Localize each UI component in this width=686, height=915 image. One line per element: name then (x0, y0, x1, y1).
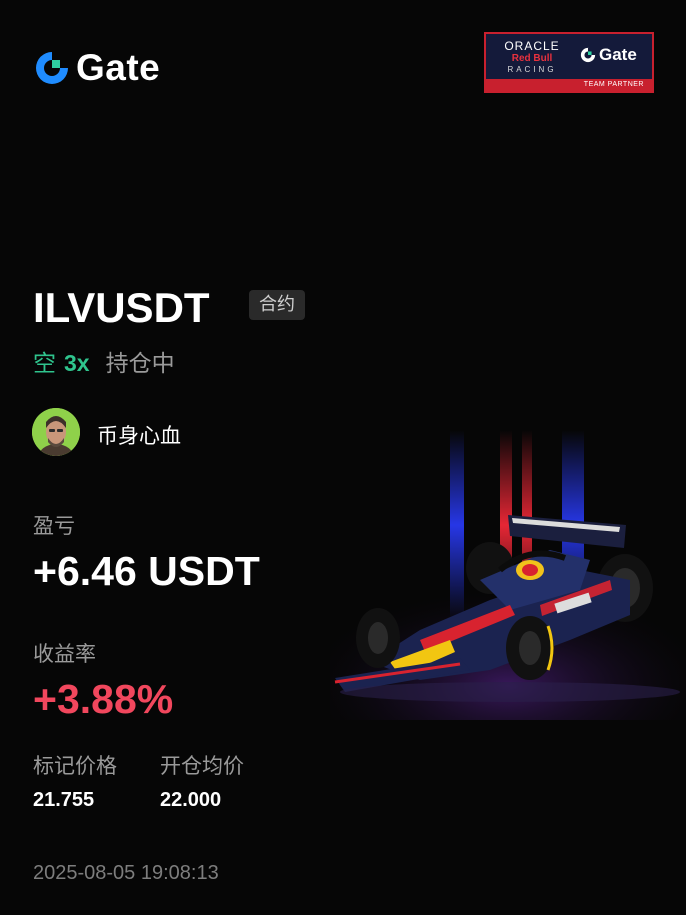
partner-gate-logo: Gate (580, 45, 637, 65)
oracle-redbull-racing-logo: ORACLE Red Bull RACING (492, 40, 572, 75)
gate-logo: Gate (34, 48, 160, 88)
f1-car-illustration (330, 430, 686, 720)
user-avatar-icon (32, 408, 80, 456)
avatar (32, 408, 80, 456)
roi-value: +3.88% (33, 676, 174, 722)
oracle-label: ORACLE (504, 39, 560, 53)
mark-price-value: 21.755 (33, 789, 95, 811)
leverage: 3x (64, 350, 90, 376)
gate-small-icon (580, 47, 596, 63)
mark-price-label: 标记价格 (33, 754, 117, 778)
partner-gate-label: Gate (599, 45, 637, 64)
pnl-label: 盈亏 (33, 514, 75, 538)
position-info: 空 3x 持仓中 (33, 344, 175, 378)
timestamp: 2025-08-05 19:08:13 (33, 862, 219, 884)
roi-label: 收益率 (33, 642, 96, 666)
redbull-label: Red Bull (511, 53, 553, 64)
username: 币身心血 (97, 424, 181, 448)
contract-type-badge: 合约 (249, 290, 305, 320)
gate-logo-icon (36, 52, 68, 84)
team-partner-label: TEAM PARTNER (486, 79, 652, 91)
team-partner-badge: ORACLE Red Bull RACING Gate TEAM PARTNER (484, 32, 654, 93)
entry-price-label: 开仓均价 (160, 754, 244, 778)
position-side: 空 (33, 351, 56, 377)
entry-price-value: 22.000 (160, 789, 222, 811)
pnl-value: +6.46 USDT (33, 548, 260, 594)
position-status: 持仓中 (105, 351, 175, 377)
brand-name: Gate (76, 47, 161, 88)
trading-pair: ILVUSDT (33, 284, 210, 331)
racing-label: RACING (507, 65, 557, 74)
